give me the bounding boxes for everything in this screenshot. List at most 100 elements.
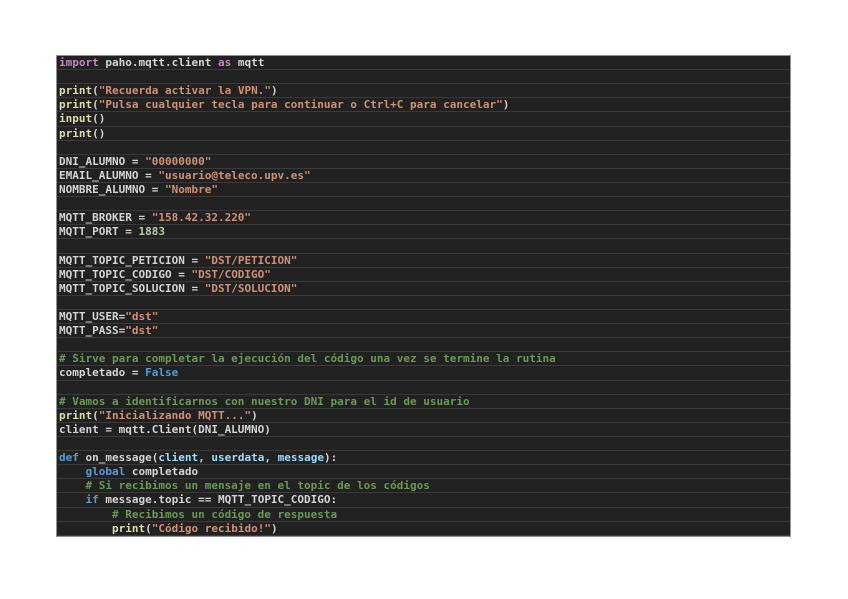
code-token-comment: # Vamos a identificarnos con nuestro DNI…	[59, 394, 470, 408]
code-line: DNI_ALUMNO = "00000000"	[57, 155, 790, 169]
code-line: print("Código recibido!")	[57, 522, 790, 536]
code-line	[57, 338, 790, 353]
code-line: completado = False	[57, 366, 790, 381]
code-token-plain: )	[270, 521, 278, 535]
code-token-string: "Código recibido!"	[151, 521, 271, 535]
code-token-plain: MQTT_BROKER =	[59, 211, 152, 225]
code-line	[57, 381, 790, 395]
code-token-function: print	[59, 98, 93, 112]
code-token-control: if	[85, 493, 99, 507]
code-token-plain: paho.mqtt.client	[98, 56, 218, 69]
code-token-string: "dst"	[125, 324, 159, 338]
code-line	[57, 239, 790, 254]
code-token-plain: MQTT_TOPIC_SOLUCION =	[59, 281, 205, 295]
code-token-control: def	[59, 451, 79, 465]
code-token-function: print	[59, 126, 93, 140]
code-line: global completado	[57, 465, 790, 480]
code-token-param: message	[277, 451, 324, 465]
code-token-plain: client = mqtt.Client(DNI_ALUMNO)	[59, 422, 271, 436]
code-line	[57, 296, 790, 310]
code-token-string: "DST/SOLUCION"	[204, 281, 298, 295]
document-page: import paho.mqtt.client as mqtt print("Re…	[0, 0, 848, 599]
code-token-keyword: import	[59, 56, 99, 69]
code-line: # Vamos a identificarnos con nuestro DNI…	[57, 395, 790, 409]
code-line: MQTT_PORT = 1883	[57, 225, 790, 240]
code-block: import paho.mqtt.client as mqtt print("Re…	[56, 55, 791, 537]
code-token-plain: ,	[198, 451, 212, 465]
code-token-plain: ,	[264, 451, 278, 465]
code-token-control: global	[85, 465, 126, 479]
code-line: EMAIL_ALUMNO = "usuario@teleco.upv.es"	[57, 169, 790, 183]
code-token-string: "DST/PETICION"	[204, 253, 298, 267]
code-token-plain: )	[251, 408, 258, 422]
code-token-plain: completado =	[59, 366, 146, 380]
code-token-string: "DST/CODIGO"	[191, 267, 271, 281]
code-line: def on_message(client, userdata, message…	[57, 451, 790, 466]
code-line: print("Inicializando MQTT...")	[57, 409, 790, 423]
code-token-function: print	[59, 84, 93, 98]
code-token-plain: MQTT_TOPIC_PETICION =	[59, 253, 205, 267]
code-token-plain: )	[502, 98, 510, 112]
code-token-plain: EMAIL_ALUMNO =	[59, 168, 159, 182]
code-line: MQTT_TOPIC_CODIGO = "DST/CODIGO"	[57, 268, 790, 282]
code-line: # Recibimos un código de respuesta	[57, 508, 790, 522]
code-line: import paho.mqtt.client as mqtt	[57, 56, 790, 71]
code-line: MQTT_PASS="dst"	[57, 324, 790, 339]
code-token-function: input	[59, 112, 93, 126]
code-token-function: print	[59, 408, 93, 422]
code-token-string: "Inicializando MQTT..."	[98, 408, 252, 422]
code-token-plain: ()	[92, 112, 106, 126]
code-token-param: client	[158, 451, 199, 465]
code-token-plain: MQTT_TOPIC_CODIGO =	[59, 267, 192, 281]
code-line: MQTT_TOPIC_SOLUCION = "DST/SOLUCION"	[57, 282, 790, 296]
code-token-comment: # Sirve para completar la ejecución del …	[59, 352, 556, 366]
code-token-plain: )	[270, 84, 278, 98]
code-line: client = mqtt.Client(DNI_ALUMNO)	[57, 423, 790, 437]
code-line: MQTT_USER="dst"	[57, 309, 790, 325]
code-line: MQTT_TOPIC_PETICION = "DST/PETICION"	[57, 254, 790, 268]
code-token-string: "usuario@teleco.upv.es"	[158, 168, 311, 182]
code-token-plain: message.topic == MQTT_TOPIC_CODIGO:	[98, 493, 338, 507]
code-token-comment: # Si recibimos un mensaje en el topic de…	[59, 479, 430, 493]
code-token-plain: MQTT_PASS=	[59, 324, 126, 338]
code-line: print()	[57, 127, 790, 141]
code-token-number: 1883	[138, 225, 165, 239]
code-line	[57, 437, 790, 452]
code-token-plain: (	[92, 84, 99, 98]
code-token-plain: (	[92, 98, 99, 112]
code-line: print("Recuerda activar la VPN.")	[57, 84, 790, 99]
code-token-plain: ):	[323, 451, 338, 465]
code-token-param: userdata	[211, 451, 265, 465]
code-token-plain: (	[145, 521, 152, 535]
code-token-function: print	[111, 521, 146, 535]
code-token-plain: MQTT_PORT =	[59, 225, 139, 239]
code-token-plain: completado	[125, 465, 199, 479]
code-token-comment: # Recibimos un código de respuesta	[59, 507, 338, 521]
code-line: if message.topic == MQTT_TOPIC_CODIGO:	[57, 493, 790, 508]
code-line	[57, 197, 790, 212]
code-token-string: "Nombre"	[164, 182, 218, 196]
code-line: print("Pulsa cualquier tecla para contin…	[57, 98, 790, 113]
code-token-plain: DNI_ALUMNO =	[59, 154, 146, 168]
code-line	[57, 70, 790, 85]
code-token-string: "dst"	[125, 309, 159, 323]
code-line: MQTT_BROKER = "158.42.32.220"	[57, 211, 790, 226]
code-line: NOMBRE_ALUMNO = "Nombre"	[57, 182, 790, 198]
code-token-plain: MQTT_USER=	[59, 309, 126, 323]
code-line: # Sirve para completar la ejecución del …	[57, 352, 790, 367]
code-token-plain: (	[92, 408, 99, 422]
code-token-keyword: as	[217, 56, 232, 69]
code-token-plain: NOMBRE_ALUMNO =	[59, 182, 165, 196]
code-line	[57, 141, 790, 155]
code-token-string: "Recuerda activar la VPN."	[98, 84, 271, 98]
code-token-string: "Pulsa cualquier tecla para continuar o …	[98, 98, 503, 112]
code-token-plain: ()	[92, 126, 106, 140]
code-line: # Si recibimos un mensaje en el topic de…	[57, 479, 790, 494]
code-token-control: False	[145, 366, 179, 380]
code-token-plain: on_message	[85, 451, 152, 465]
code-token-string: "00000000"	[145, 154, 212, 168]
